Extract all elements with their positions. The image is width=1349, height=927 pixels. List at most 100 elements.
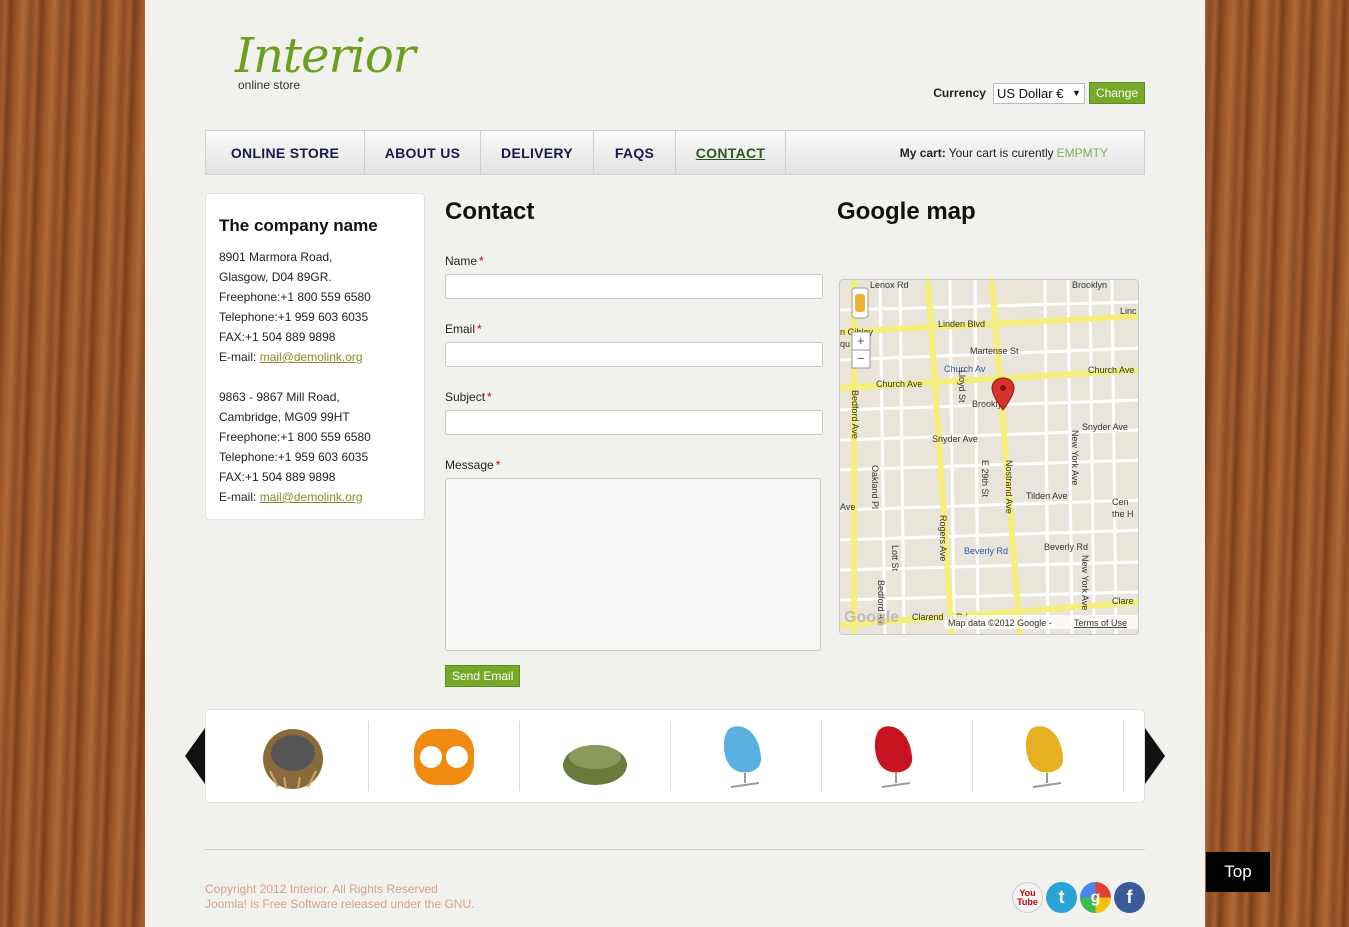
main-nav: ONLINE STORE ABOUT US DELIVERY FAQS CONT… <box>205 130 1145 175</box>
nav-item-delivery[interactable]: DELIVERY <box>481 131 594 174</box>
logo[interactable]: Interior online store <box>235 28 416 92</box>
currency-label: Currency <box>933 86 986 100</box>
carousel-item[interactable] <box>822 721 973 791</box>
address1-fax: FAX:+1 504 889 9898 <box>219 330 336 344</box>
nav-item-about-us[interactable]: ABOUT US <box>365 131 481 174</box>
address2-email-row: E-mail: mail@demolink.org <box>219 487 411 507</box>
cart-label: My cart: <box>899 145 946 160</box>
svg-text:Brooklyn: Brooklyn <box>1072 280 1107 290</box>
email-label: E-mail: <box>219 350 257 364</box>
address1-email-row: E-mail: mail@demolink.org <box>219 347 411 367</box>
svg-text:Bedford Ave: Bedford Ave <box>850 390 860 439</box>
facebook-icon[interactable]: f <box>1114 882 1145 913</box>
page: Interior online store Currency US Dollar… <box>145 0 1205 927</box>
subject-field[interactable] <box>445 410 823 435</box>
logo-text: Interior <box>235 28 416 84</box>
social-links: You Tube t g f <box>1012 882 1145 913</box>
address1-street: 8901 Marmora Road, <box>219 250 333 264</box>
svg-text:Nostrand Ave: Nostrand Ave <box>1004 460 1014 514</box>
address2-freephone: Freephone:+1 800 559 6580 <box>219 430 371 444</box>
carousel-next-arrow-icon[interactable] <box>1145 728 1165 784</box>
svg-text:New York Ave: New York Ave <box>1080 555 1090 610</box>
contact-title: Contact <box>445 198 535 225</box>
svg-text:E 29th St: E 29th St <box>980 460 990 498</box>
carousel-item[interactable] <box>218 721 369 791</box>
terms-of-use-link[interactable]: Terms of Use <box>1074 618 1127 628</box>
twitter-icon[interactable]: t <box>1046 882 1077 913</box>
svg-text:Snyder Ave: Snyder Ave <box>932 434 978 444</box>
svg-text:−: − <box>857 351 865 366</box>
svg-text:Lenox Rd: Lenox Rd <box>870 280 909 290</box>
svg-text:New York Ave: New York Ave <box>1070 430 1080 485</box>
subject-label: Subject * <box>445 390 492 404</box>
address1-telephone: Telephone:+1 959 603 6035 <box>219 310 369 324</box>
footer-text: Copyright 2012 Interior. All Rights Rese… <box>205 882 474 912</box>
nav-item-online-store[interactable]: ONLINE STORE <box>206 131 365 174</box>
name-label: Name * <box>445 254 484 268</box>
google-map[interactable]: Lenox Rd Brooklyn Linden Blvd Linc Marte… <box>839 279 1139 635</box>
send-email-button[interactable]: Send Email <box>445 665 521 687</box>
svg-text:Church Ave: Church Ave <box>1088 365 1134 375</box>
nav-item-faqs[interactable]: FAQS <box>594 131 676 174</box>
address2-city: Cambridge, MG09 99HT <box>219 410 350 424</box>
cart-status[interactable]: My cart: Your cart is curently EMPMTY <box>900 131 1144 174</box>
map-canvas[interactable]: Lenox Rd Brooklyn Linden Blvd Linc Marte… <box>840 280 1139 635</box>
address1-city: Glasgow, D04 89GR. <box>219 270 332 284</box>
svg-text:Clare: Clare <box>1112 596 1134 606</box>
email-link[interactable]: mail@demolink.org <box>260 490 363 504</box>
svg-text:Martense St: Martense St <box>970 346 1019 356</box>
pegman-icon <box>855 294 865 312</box>
youtube-icon[interactable]: You Tube <box>1012 882 1043 913</box>
svg-text:qu: qu <box>840 339 850 349</box>
map-attribution: Map data ©2012 Google - <box>948 618 1052 628</box>
currency-selector: Currency US Dollar € ▼ Change <box>933 82 1145 104</box>
message-textarea[interactable] <box>445 478 821 651</box>
change-currency-button[interactable]: Change <box>1088 82 1145 104</box>
carousel-prev-arrow-icon[interactable] <box>185 728 205 784</box>
svg-text:+: + <box>857 333 865 348</box>
email-label: E-mail: <box>219 490 257 504</box>
svg-text:Beverly Rd: Beverly Rd <box>964 546 1008 556</box>
back-to-top-button[interactable]: Top <box>1206 852 1270 892</box>
red-egg-chair-image <box>874 726 913 788</box>
carousel-item[interactable] <box>520 721 671 791</box>
svg-text:Lloyd St: Lloyd St <box>957 370 967 403</box>
cart-empty-status: EMPMTY <box>1056 145 1108 160</box>
carousel-item[interactable] <box>973 721 1124 791</box>
svg-text:Rogers Ave: Rogers Ave <box>938 515 948 561</box>
cart-text: Your cart is curently <box>948 145 1054 160</box>
orange-cube-seat-image <box>414 729 474 785</box>
product-carousel <box>205 709 1145 803</box>
google-map-logo: Google <box>844 609 899 626</box>
yellow-egg-chair-image <box>1025 726 1064 788</box>
address1-freephone: Freephone:+1 800 559 6580 <box>219 290 371 304</box>
carousel-item[interactable] <box>369 721 520 791</box>
email-field-label: Email * <box>445 322 482 336</box>
google-icon[interactable]: g <box>1080 882 1111 913</box>
nav-item-contact[interactable]: CONTACT <box>676 131 786 174</box>
svg-text:Snyder Ave: Snyder Ave <box>1082 422 1128 432</box>
company-info-panel: The company name 8901 Marmora Road, Glas… <box>205 193 425 520</box>
carousel-item[interactable] <box>671 721 822 791</box>
svg-text:Church Ave: Church Ave <box>876 379 922 389</box>
map-title: Google map <box>837 198 976 225</box>
footer-divider <box>205 849 1145 850</box>
currency-select[interactable]: US Dollar € ▼ <box>992 82 1085 104</box>
message-label: Message * <box>445 458 501 472</box>
svg-text:Lott St: Lott St <box>890 545 900 572</box>
svg-text:Ave: Ave <box>840 502 855 512</box>
copyright: Copyright 2012 Interior. All Rights Rese… <box>205 882 438 896</box>
chevron-down-icon: ▼ <box>1072 88 1081 98</box>
joomla-notice: Joomla! is Free Software released under … <box>205 897 475 911</box>
name-field[interactable] <box>445 274 823 299</box>
svg-text:Cen: Cen <box>1112 497 1129 507</box>
address2-street: 9863 - 9867 Mill Road, <box>219 390 340 404</box>
email-link[interactable]: mail@demolink.org <box>260 350 363 364</box>
green-round-sofa-image <box>563 745 627 785</box>
email-field[interactable] <box>445 342 823 367</box>
blue-egg-chair-image <box>723 726 762 788</box>
svg-text:Linden Blvd: Linden Blvd <box>938 319 985 329</box>
company-name: The company name <box>219 216 378 235</box>
address2-fax: FAX:+1 504 889 9898 <box>219 470 336 484</box>
currency-value: US Dollar € <box>996 85 1064 101</box>
